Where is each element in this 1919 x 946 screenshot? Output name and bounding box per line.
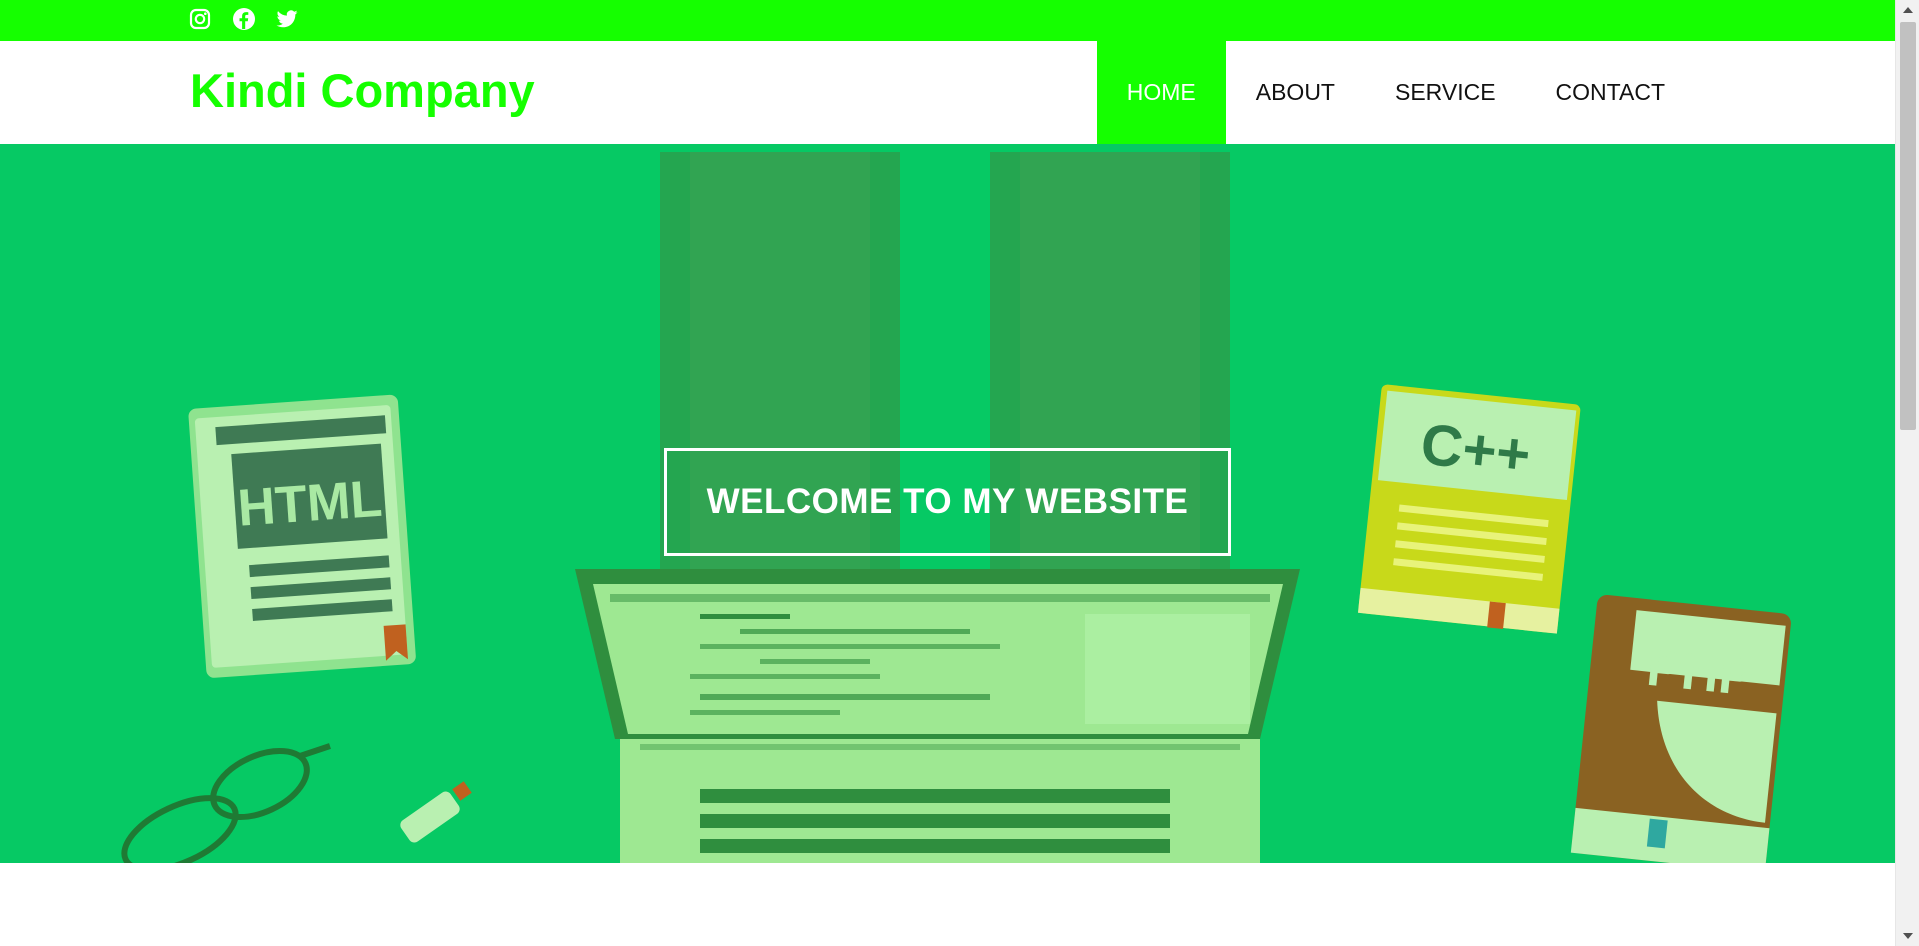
hero-banner: HTML C++ PHP WELCOME TO MY WEBSITE [0,144,1895,863]
instagram-icon[interactable] [187,6,213,32]
glasses [121,743,331,863]
cpp-book-label: C++ [1418,412,1534,488]
brand-logo[interactable]: Kindi Company [190,63,535,118]
facebook-icon[interactable] [231,6,257,32]
scrollbar-thumb[interactable] [1900,22,1916,430]
nav-about[interactable]: ABOUT [1226,41,1365,144]
html-book: HTML [188,394,416,678]
triangle-down-icon[interactable] [1896,926,1919,946]
html-book-label: HTML [236,470,384,538]
usb-stick [400,781,472,843]
main-nav: HOME ABOUT SERVICE CONTACT [1096,41,1695,144]
triangle-up-icon[interactable] [1896,0,1919,20]
laptop [575,569,1300,863]
nav-service[interactable]: SERVICE [1365,41,1526,144]
cpp-book: C++ [1357,384,1581,634]
social-bar [0,0,1895,41]
vertical-scrollbar[interactable] [1895,0,1919,946]
nav-contact[interactable]: CONTACT [1526,41,1695,144]
php-book: PHP [1570,594,1791,863]
twitter-icon[interactable] [274,6,300,32]
page: Kindi Company HOME ABOUT SERVICE CONTACT… [0,0,1895,946]
nav-home[interactable]: HOME [1096,41,1226,144]
site-header: Kindi Company HOME ABOUT SERVICE CONTACT [0,41,1895,144]
welcome-heading[interactable]: WELCOME TO MY WEBSITE [664,448,1231,556]
php-book-label: PHP [1644,639,1756,708]
